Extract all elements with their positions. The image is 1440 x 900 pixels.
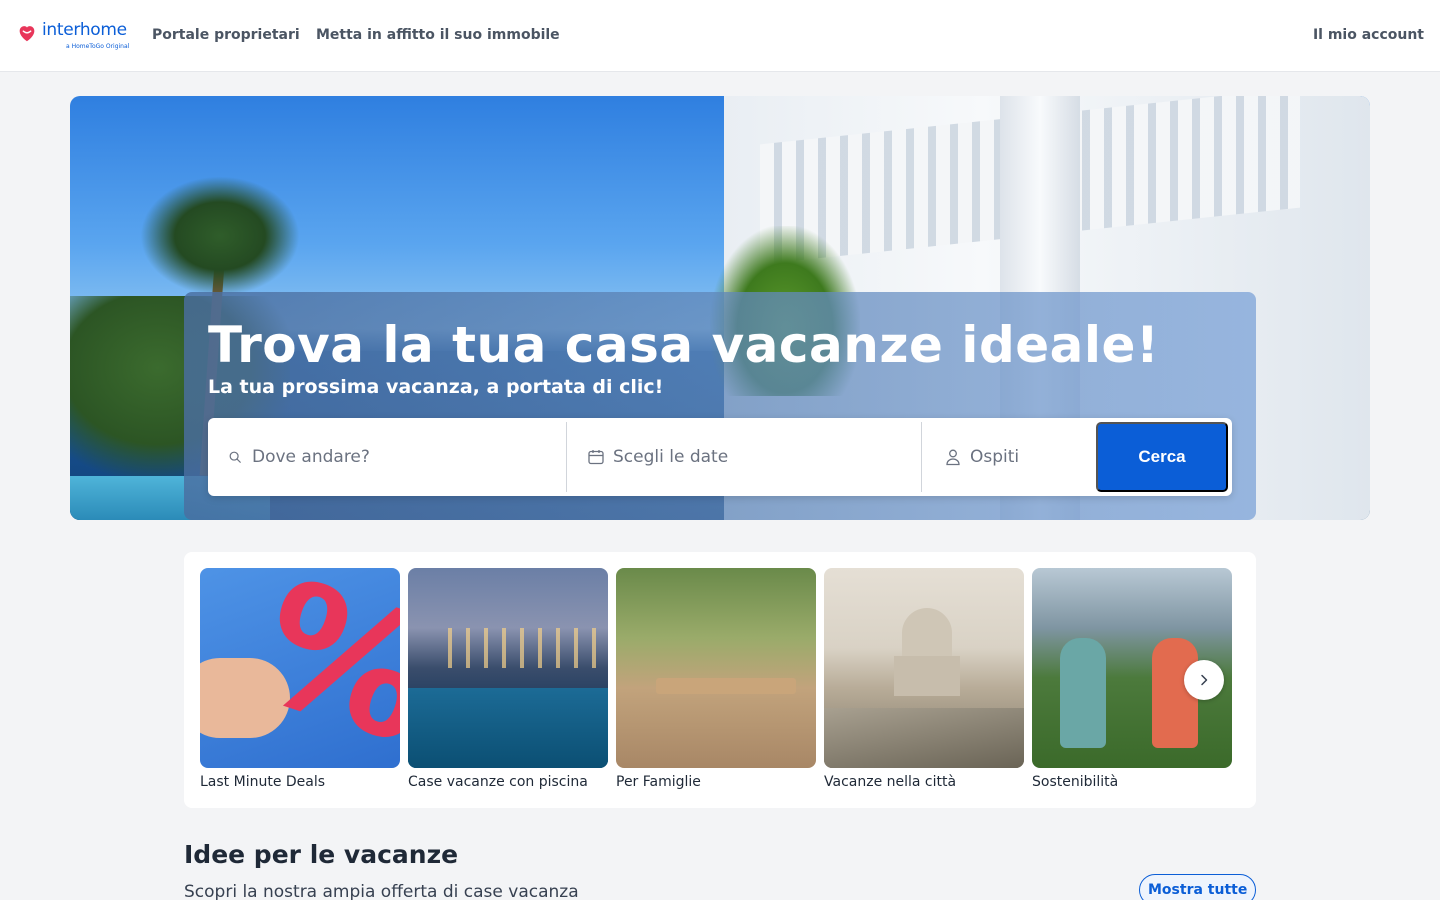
category-image: % [200, 568, 400, 768]
pool-water [408, 688, 608, 768]
show-all-button[interactable]: Mostra tutte [1139, 874, 1257, 900]
category-image [616, 568, 816, 768]
destination-field[interactable]: Dove andare? [208, 422, 567, 492]
interhome-logo[interactable]: interhome a HomeToGo Original [16, 20, 140, 52]
search-icon [226, 448, 244, 466]
picnic-table [656, 678, 796, 694]
calendar-icon [587, 448, 605, 466]
heart-logo-icon [19, 26, 35, 42]
nav-rent-property[interactable]: Metta in affitto il suo immobile [316, 27, 560, 43]
hero-subtitle: La tua prossima vacanza, a portata di cl… [208, 376, 664, 398]
category-label: Last Minute Deals [200, 774, 326, 790]
logo-tagline: a HomeToGo Original [66, 43, 130, 50]
pool-lights [448, 628, 608, 668]
category-card-last-minute[interactable]: % Last Minute Deals [200, 568, 400, 790]
hero-search-panel: Trova la tua casa vacanze ideale! La tua… [184, 292, 1256, 520]
category-label: Vacanze nella città [824, 774, 957, 790]
chevron-right-icon [1201, 674, 1208, 686]
child-figure [1060, 638, 1106, 748]
hero-banner: Trova la tua casa vacanze ideale! La tua… [70, 96, 1370, 520]
dates-field[interactable]: Scegli le date [567, 422, 922, 492]
carousel-next-button[interactable] [1184, 660, 1224, 700]
ideas-section-subtitle: Scopri la nostra ampia offerta di case v… [184, 882, 579, 900]
user-icon [944, 448, 962, 466]
logo-wordmark: interhome [42, 20, 127, 40]
search-button[interactable]: Cerca [1096, 422, 1228, 492]
category-label: Case vacanze con piscina [408, 774, 588, 790]
ideas-section-title: Idee per le vacanze [184, 840, 459, 869]
hero-title: Trova la tua casa vacanze ideale! [208, 316, 1160, 374]
category-carousel: % Last Minute Deals Case vacanze con pis… [184, 552, 1256, 808]
guests-placeholder: Ospiti [970, 447, 1020, 467]
bridge [824, 708, 1024, 768]
hero-palm-leaves [140, 176, 300, 296]
category-image [824, 568, 1024, 768]
site-header: interhome a HomeToGo Original Portale pr… [0, 0, 1440, 72]
nav-owners-portal[interactable]: Portale proprietari [152, 27, 300, 43]
dates-placeholder: Scegli le date [613, 447, 729, 467]
category-label: Sostenibilità [1032, 774, 1119, 790]
nav-my-account[interactable]: Il mio account [1313, 27, 1424, 43]
category-card-pool[interactable]: Case vacanze con piscina [408, 568, 608, 790]
guests-field[interactable]: Ospiti [922, 422, 1092, 492]
category-label: Per Famiglie [616, 774, 701, 790]
category-card-families[interactable]: Per Famiglie [616, 568, 816, 790]
category-card-city[interactable]: Vacanze nella città [824, 568, 1024, 790]
search-bar: Dove andare? Scegli le date Ospiti Cerca [208, 418, 1232, 496]
cathedral-dome [902, 608, 952, 658]
destination-placeholder: Dove andare? [252, 447, 370, 467]
percent-icon: % [235, 568, 400, 768]
category-image [408, 568, 608, 768]
cathedral-base [894, 656, 960, 696]
